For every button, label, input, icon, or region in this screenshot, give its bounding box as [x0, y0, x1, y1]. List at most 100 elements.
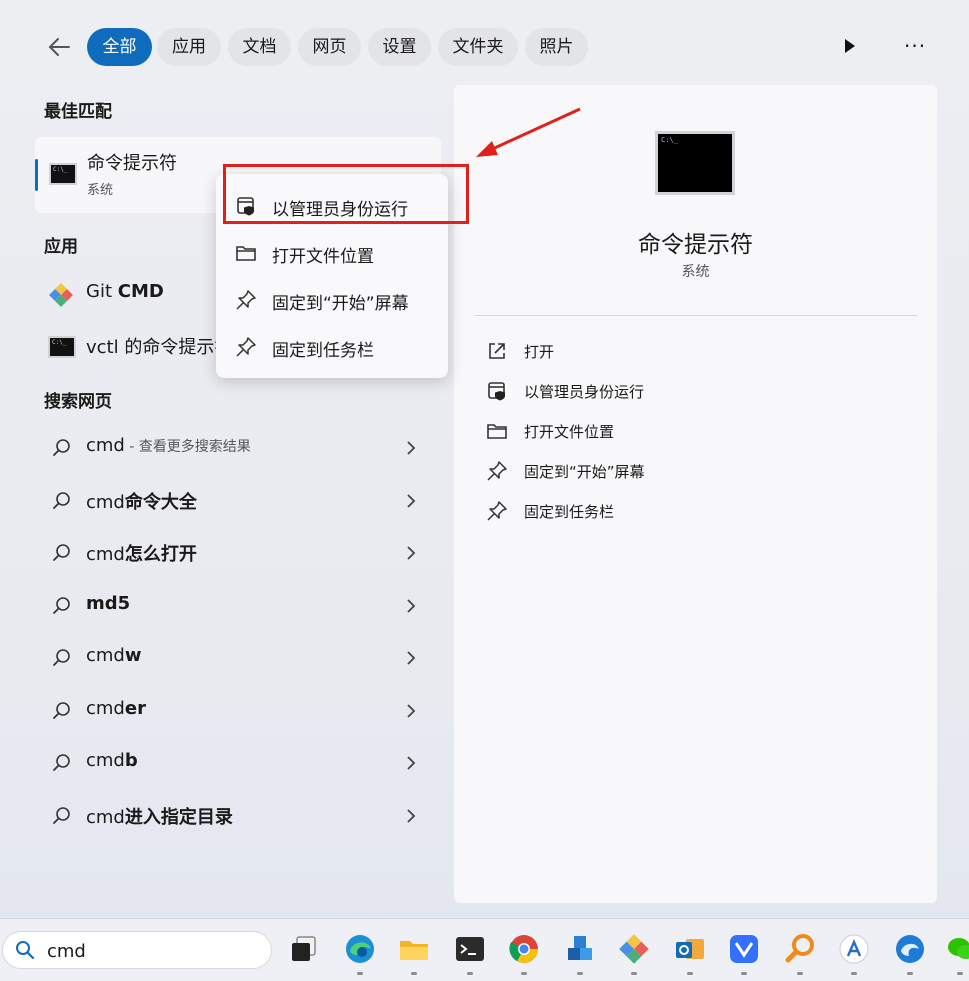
running-indicator: [357, 972, 363, 975]
pin-icon: [486, 460, 508, 482]
outlook-icon[interactable]: [674, 933, 706, 965]
git-icon[interactable]: [618, 933, 650, 965]
cmd-icon: [49, 163, 77, 185]
chevron-right-icon: [405, 544, 417, 562]
chevron-right-icon: [405, 492, 417, 510]
taskbar: [0, 918, 969, 981]
web-result-label: cmd命令大全: [86, 492, 197, 513]
search-icon: [52, 648, 72, 668]
web-search-result[interactable]: cmd命令大全: [35, 478, 441, 524]
taskbar-search-box[interactable]: [2, 931, 272, 969]
search-icon: [52, 438, 72, 458]
chevron-right-icon: [405, 807, 417, 825]
detail-title: 命令提示符: [638, 232, 753, 258]
edge-icon[interactable]: [344, 933, 376, 965]
search-icon: [52, 596, 72, 616]
search-input[interactable]: [45, 938, 249, 964]
detail-subtitle: 系统: [681, 264, 710, 280]
app-store-icon[interactable]: [838, 933, 870, 965]
cube-app-icon[interactable]: [564, 933, 596, 965]
more-options-button[interactable]: ···: [904, 36, 928, 56]
wechat-icon[interactable]: [946, 933, 969, 965]
tab-apps[interactable]: 应用: [157, 28, 221, 66]
web-search-result[interactable]: cmd - 查看更多搜索结果: [35, 425, 441, 471]
web-search-result[interactable]: cmdw: [35, 635, 441, 681]
running-indicator: [467, 972, 473, 975]
app-label: Git CMD: [86, 281, 164, 302]
chrome-icon[interactable]: [508, 933, 540, 965]
web-result-label: cmd - 查看更多搜索结果: [86, 435, 251, 456]
chevron-right-icon: [405, 702, 417, 720]
web-result-label: cmder: [86, 698, 146, 719]
search-icon: [52, 701, 72, 721]
action-open-file-location[interactable]: 打开文件位置: [486, 416, 786, 446]
web-search-result[interactable]: md5: [35, 583, 441, 629]
task-view-icon[interactable]: [288, 933, 320, 965]
action-label: 固定到任务栏: [524, 503, 615, 521]
search-web-heading: 搜索网页: [44, 392, 112, 412]
web-search-result[interactable]: cmdb: [35, 740, 441, 786]
running-indicator: [411, 972, 417, 975]
action-pin-to-start[interactable]: 固定到“开始”屏幕: [486, 456, 786, 486]
context-label: 打开文件位置: [272, 247, 374, 267]
feishu-icon[interactable]: [728, 933, 760, 965]
running-indicator: [577, 972, 583, 975]
context-pin-to-start[interactable]: 固定到“开始”屏幕: [216, 278, 448, 322]
tab-web[interactable]: 网页: [298, 28, 361, 66]
context-pin-to-taskbar[interactable]: 固定到任务栏: [216, 325, 448, 369]
context-open-file-location[interactable]: 打开文件位置: [216, 231, 448, 275]
pin-icon: [234, 289, 258, 311]
web-result-label: md5: [86, 593, 131, 614]
web-result-label: cmd怎么打开: [86, 544, 197, 565]
running-indicator: [741, 972, 747, 975]
action-run-as-admin[interactable]: 以管理员身份运行: [486, 376, 786, 406]
admin-shield-icon: [486, 380, 508, 402]
best-match-heading: 最佳匹配: [44, 102, 112, 122]
open-external-icon: [486, 340, 508, 362]
pin-icon: [486, 500, 508, 522]
highlight-box: [223, 164, 469, 224]
action-label: 打开: [524, 343, 555, 361]
action-label: 以管理员身份运行: [524, 383, 645, 401]
action-open[interactable]: 打开: [486, 336, 786, 366]
cmd-large-icon: [655, 131, 735, 195]
action-pin-to-taskbar[interactable]: 固定到任务栏: [486, 496, 786, 526]
chevron-right-icon: [405, 439, 417, 457]
search-icon: [52, 543, 72, 563]
web-search-result[interactable]: cmder: [35, 688, 441, 734]
file-explorer-icon[interactable]: [398, 933, 430, 965]
tab-all[interactable]: 全部: [87, 28, 152, 66]
apps-heading: 应用: [44, 237, 78, 257]
search-icon: [52, 753, 72, 773]
search-flyout: 全部 应用 文档 网页 设置 文件夹 照片 ··· 最佳匹配 命令提示符 系统 …: [0, 0, 969, 905]
running-indicator: [957, 972, 963, 975]
cmd-icon: [48, 336, 76, 358]
web-search-result[interactable]: cmd怎么打开: [35, 530, 441, 576]
context-label: 固定到“开始”屏幕: [272, 294, 409, 314]
app-label: vctl 的命令提示符: [86, 337, 224, 358]
app-result-vctl[interactable]: vctl 的命令提示符: [44, 331, 224, 361]
divider: [474, 315, 917, 316]
search-icon: [15, 940, 35, 960]
tab-folders[interactable]: 文件夹: [438, 28, 518, 66]
browser-icon[interactable]: [894, 933, 926, 965]
tab-photos[interactable]: 照片: [525, 28, 588, 66]
context-label: 固定到任务栏: [272, 341, 374, 361]
web-search-result[interactable]: cmd进入指定目录: [35, 793, 441, 839]
tab-documents[interactable]: 文档: [228, 28, 291, 66]
selection-indicator: [35, 159, 38, 191]
search-icon: [52, 806, 72, 826]
best-match-subtitle: 系统: [87, 183, 114, 198]
terminal-icon[interactable]: [454, 933, 486, 965]
running-indicator: [851, 972, 857, 975]
search-icon: [52, 491, 72, 511]
play-icon[interactable]: [840, 36, 860, 56]
web-result-label: cmdb: [86, 750, 138, 771]
back-arrow-icon[interactable]: [45, 32, 75, 62]
best-match-title: 命令提示符: [87, 153, 177, 174]
folder-icon: [486, 420, 508, 442]
pin-icon: [234, 336, 258, 358]
action-label: 打开文件位置: [524, 423, 615, 441]
tab-settings[interactable]: 设置: [368, 28, 431, 66]
search-tool-icon[interactable]: [784, 933, 816, 965]
